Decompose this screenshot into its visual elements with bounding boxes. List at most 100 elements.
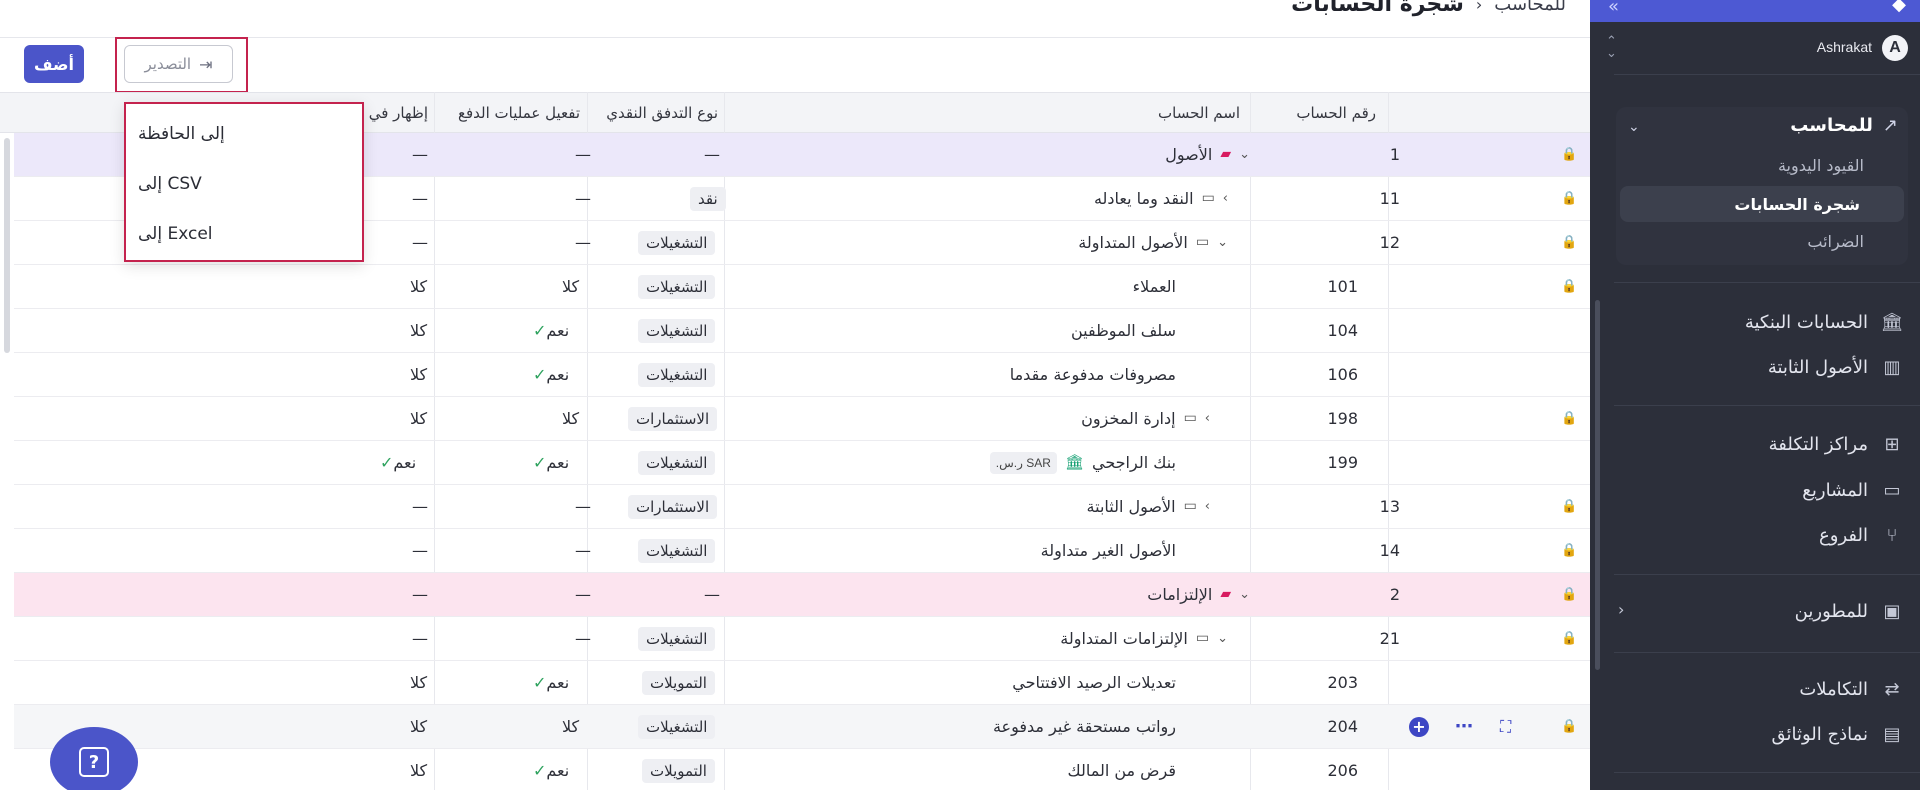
- account-number: 104: [1327, 321, 1358, 340]
- payment-ops: ✓نعم: [533, 761, 570, 780]
- chevron-right-icon[interactable]: ›: [1205, 397, 1210, 440]
- table-row[interactable]: 106 مصروفات مدفوعة مقدما التشغيلات ✓نعم …: [14, 353, 1590, 397]
- chevron-down-icon[interactable]: ⌄: [1239, 133, 1250, 176]
- branches-icon: ⑂: [1886, 524, 1898, 546]
- chevron-down-icon[interactable]: ⌄: [1217, 221, 1228, 264]
- sidebar-item-accountant[interactable]: للمحاسب ↗: [1790, 115, 1898, 136]
- chart-trend-icon: ↗: [1882, 115, 1898, 136]
- more-options-icon[interactable]: ⋯: [1455, 716, 1474, 737]
- folder-open-icon: ▭: [1195, 234, 1210, 250]
- export-to-csv[interactable]: إلى CSV: [138, 162, 350, 206]
- org-switcher[interactable]: ⌃ ⌄ Ashrakat A: [1590, 30, 1920, 66]
- help-button[interactable]: ?: [50, 727, 138, 790]
- account-name: تعديلات الرصيد الافتتاحي: [1012, 661, 1176, 704]
- breadcrumb: للمحاسب ‹ شجرة الحسابات: [1291, 0, 1566, 17]
- account-name-label: مصروفات مدفوعة مقدما: [1009, 365, 1176, 384]
- table-row[interactable]: 🔒 101 العملاء التشغيلات كلا كلا: [14, 265, 1590, 309]
- table-row[interactable]: 🔒 14 الأصول الغير متداولة التشغيلات — —: [14, 529, 1590, 573]
- sidebar-item-chart-of-accounts[interactable]: شجرة الحسابات: [1620, 186, 1904, 222]
- show-in: —: [412, 189, 428, 208]
- chevron-right-icon[interactable]: ›: [1205, 485, 1210, 528]
- table-row[interactable]: 🔒 198 › ▭ إدارة المخزون الاستثمارات كلا …: [14, 397, 1590, 441]
- folder-icon: ▭: [1883, 479, 1901, 501]
- terminal-icon: ▣: [1883, 600, 1901, 622]
- column-account-no[interactable]: رقم الحساب: [1252, 93, 1382, 133]
- breadcrumb-parent[interactable]: للمحاسب: [1494, 0, 1566, 15]
- check-icon: ✓: [533, 365, 547, 384]
- show-in: كلا: [410, 321, 428, 340]
- export-to-excel[interactable]: إلى Excel: [138, 212, 350, 256]
- page-title: شجرة الحسابات: [1291, 0, 1464, 17]
- cashflow-type: —: [704, 145, 720, 164]
- sidebar-item-label: نماذج الوثائق: [1771, 723, 1868, 745]
- add-button[interactable]: أضف: [24, 45, 84, 83]
- payment-ops: كلا: [562, 717, 580, 736]
- export-button[interactable]: ⇥ التصدير: [124, 45, 233, 83]
- chevron-down-icon[interactable]: ⌄: [1239, 573, 1250, 616]
- sidebar-item-integrations[interactable]: التكاملات ⇄: [1799, 672, 1904, 706]
- payment-ops: —: [575, 189, 591, 208]
- account-name-label: إدارة المخزون: [1081, 409, 1176, 428]
- chevron-down-icon[interactable]: ⌄: [1628, 119, 1640, 135]
- sidebar-item-bank-accounts[interactable]: الحسابات البنكية 🏛: [1745, 305, 1904, 339]
- table-row[interactable]: 104 سلف الموظفين التشغيلات ✓نعم كلا: [14, 309, 1590, 353]
- table-row[interactable]: 🔒 + ⋯ ⛶ 204 رواتب مستحقة غير مدفوعة التش…: [14, 705, 1590, 749]
- cashflow-type: التشغيلات: [638, 319, 716, 343]
- payment-ops: —: [575, 629, 591, 648]
- sidebar-scrollbar[interactable]: [1595, 300, 1600, 670]
- sidebar-divider: [1614, 574, 1920, 575]
- table-row[interactable]: 199 بنك الراجحي 🏛 SAR ر.س. التشغيلات ✓نع…: [14, 441, 1590, 485]
- account-name: العملاء: [1133, 265, 1176, 308]
- column-payment-ops[interactable]: تفعيل عمليات الدفع: [436, 93, 586, 133]
- export-button-label: التصدير: [144, 55, 192, 73]
- sidebar-item-projects[interactable]: المشاريع ▭: [1802, 473, 1904, 507]
- sidebar-item-document-templates[interactable]: نماذج الوثائق ▤: [1771, 717, 1904, 751]
- account-name-label: سلف الموظفين: [1070, 321, 1176, 340]
- payment-ops: ✓نعم: [533, 365, 570, 384]
- cashflow-type: التشغيلات: [638, 275, 716, 299]
- check-icon: ✓: [533, 321, 547, 340]
- table-scrollbar[interactable]: [4, 138, 10, 353]
- table-row[interactable]: 🔒 13 › ▭ الأصول الثابتة الاستثمارات — —: [14, 485, 1590, 529]
- account-number: 199: [1327, 453, 1358, 472]
- show-in: —: [412, 145, 428, 164]
- chevron-right-icon[interactable]: ›: [1223, 177, 1228, 220]
- payment-ops: —: [575, 145, 591, 164]
- table-row[interactable]: 🔒 21 ⌄ ▭ الإلتزامات المتداولة التشغيلات …: [14, 617, 1590, 661]
- account-name: سلف الموظفين: [1071, 309, 1176, 352]
- account-name: ⌄ ▭ الأصول المتداولة: [1078, 221, 1228, 264]
- sidebar-item-taxes[interactable]: الضرائب: [1807, 223, 1908, 259]
- chevron-down-icon[interactable]: ⌄: [1217, 617, 1228, 660]
- sidebar-item-cost-centers[interactable]: مراكز التكلفة ⊞: [1769, 427, 1904, 461]
- sidebar-item-fixed-assets[interactable]: الأصول الثابتة ▥: [1768, 350, 1904, 384]
- payment-ops: ✓نعم: [533, 321, 570, 340]
- account-name: ⌄ ▰ الإلتزامات: [1147, 573, 1250, 616]
- add-child-icon[interactable]: +: [1409, 716, 1429, 737]
- chevron-right-icon[interactable]: ›: [1618, 600, 1624, 619]
- table-row[interactable]: 203 تعديلات الرصيد الافتتاحي التمويلات ✓…: [14, 661, 1590, 705]
- column-account-name[interactable]: اسم الحساب: [726, 93, 1246, 133]
- table-row[interactable]: 🔒 2 ⌄ ▰ الإلتزامات — — —: [14, 573, 1590, 617]
- export-to-clipboard[interactable]: إلى الحافظة: [138, 112, 350, 156]
- account-name: قرض من المالك: [1067, 749, 1176, 790]
- bank-icon: 🏛: [1880, 311, 1904, 333]
- account-name-label: الأصول الثابتة: [1086, 497, 1176, 516]
- account-number: 14: [1379, 541, 1400, 560]
- payment-ops: —: [575, 541, 591, 560]
- switch-org-icon[interactable]: ⌃ ⌄: [1606, 35, 1617, 60]
- sidebar-divider: [1614, 282, 1920, 283]
- column-cashflow-type[interactable]: نوع التدفق النقدي: [588, 93, 724, 133]
- cashflow-type: الاستثمارات: [628, 495, 718, 519]
- table-row[interactable]: 206 قرض من المالك التمويلات ✓نعم كلا: [14, 749, 1590, 790]
- sidebar-item-manual-entries[interactable]: القيود اليدوية: [1778, 147, 1908, 183]
- sidebar-item-label: الفروع: [1819, 524, 1868, 546]
- show-in: —: [412, 541, 428, 560]
- collapse-sidebar-icon[interactable]: «: [1608, 0, 1619, 17]
- sidebar-divider: [1614, 74, 1920, 75]
- account-name-label: تعديلات الرصيد الافتتاحي: [1012, 673, 1176, 692]
- expand-icon[interactable]: ⛶: [1500, 717, 1511, 737]
- sidebar-item-developers[interactable]: للمطورين ▣: [1795, 594, 1904, 628]
- folder-icon: ▭: [1201, 190, 1215, 206]
- sidebar-item-branches[interactable]: الفروع ⑂: [1819, 518, 1904, 552]
- folder-open-icon: ▭: [1195, 630, 1210, 646]
